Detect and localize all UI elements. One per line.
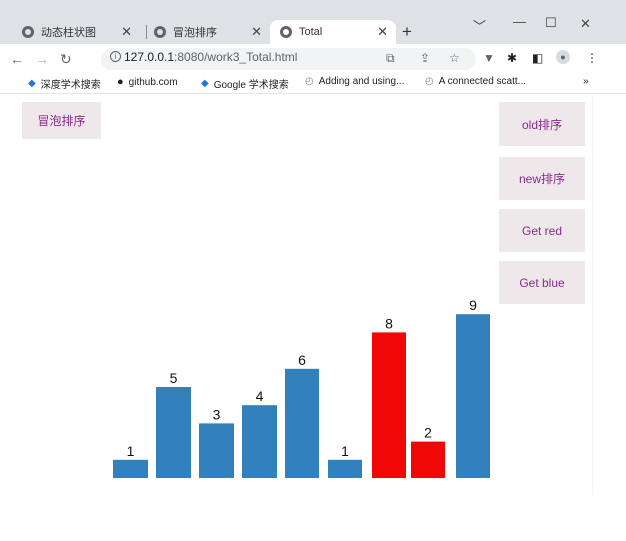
- bookmark-adding-using[interactable]: ◴ Adding and using...: [305, 76, 404, 87]
- bar-label-4: 6: [298, 352, 306, 368]
- chart-icon: ◴: [425, 76, 434, 87]
- bar-1: [156, 387, 191, 478]
- url-field[interactable]: 127.0.0.1:8080/work3_Total.html: [124, 50, 297, 64]
- page-content: 1 5 3 4 6 1 8 2 9 冒泡排序 old排序 new排序 Get red Get b…: [0, 95, 592, 495]
- forward-arrow-icon[interactable]: →: [35, 51, 49, 67]
- tab-title: 动态柱状图: [41, 27, 96, 39]
- globe-icon: [22, 26, 34, 38]
- bar-2: [199, 423, 234, 478]
- reload-icon[interactable]: ↻: [60, 51, 72, 68]
- translate-icon[interactable]: ⧉: [386, 51, 395, 66]
- minimize-icon[interactable]: —: [513, 14, 526, 29]
- bookmark-label: Google 学术搜索: [213, 80, 289, 91]
- bar-4: [285, 368, 319, 478]
- menu-kebab-icon[interactable]: ⋮: [586, 51, 598, 65]
- close-icon[interactable]: ✕: [121, 24, 132, 40]
- bookmark-deep-search[interactable]: ◆ 深度学术搜索: [28, 76, 101, 91]
- bar-label-7: 2: [424, 425, 432, 441]
- url-host: 127.0.0.1: [124, 50, 175, 64]
- tab-strip: 动态柱状图 ✕ 冒泡排序 ✕ Total ✕ + ﹀ — ☐ ✕: [0, 0, 626, 44]
- close-window-icon[interactable]: ✕: [580, 16, 591, 32]
- diamond-icon: ◆: [28, 78, 36, 89]
- scrollbar-track[interactable]: [592, 95, 626, 495]
- bookmark-label: A connected scatt...: [438, 76, 527, 87]
- bookmark-label: 深度学术搜索: [40, 80, 101, 91]
- bar-6: [372, 332, 406, 478]
- bar-7: [411, 441, 445, 478]
- get-red-button[interactable]: Get red: [499, 209, 585, 252]
- share-icon[interactable]: ⇪: [420, 51, 430, 65]
- new-tab-icon[interactable]: +: [402, 22, 412, 42]
- tab-title: Total: [299, 26, 323, 38]
- bar-label-1: 5: [170, 370, 178, 386]
- get-blue-button[interactable]: Get blue: [499, 261, 585, 304]
- more-bookmarks-chevron[interactable]: »: [583, 76, 589, 87]
- bar-label-3: 4: [256, 388, 264, 404]
- close-icon[interactable]: ✕: [251, 24, 262, 40]
- extension-v-icon[interactable]: ▼: [483, 51, 495, 65]
- bookmark-star-icon[interactable]: ☆: [449, 51, 460, 65]
- bookmark-label: Adding and using...: [318, 76, 405, 87]
- bar-label-8: 9: [469, 297, 477, 313]
- new-sort-button[interactable]: new排序: [499, 157, 585, 200]
- bar-0: [113, 459, 148, 478]
- extensions-puzzle-icon[interactable]: ✱: [507, 51, 517, 65]
- bubble-sort-button[interactable]: 冒泡排序: [22, 102, 101, 139]
- globe-icon: [154, 26, 166, 38]
- bar-label-6: 8: [385, 315, 393, 331]
- github-icon: ●: [117, 76, 124, 88]
- bar-8: [456, 314, 490, 478]
- bookmark-github[interactable]: ● github.com: [117, 76, 178, 88]
- close-icon[interactable]: ✕: [377, 24, 388, 40]
- globe-icon: [280, 26, 292, 38]
- bookmark-google-scholar[interactable]: ◆ Google 学术搜索: [201, 76, 289, 91]
- old-sort-button[interactable]: old排序: [499, 102, 585, 146]
- bar-label-0: 1: [127, 443, 135, 459]
- bar-3: [242, 405, 277, 478]
- back-arrow-icon[interactable]: ←: [10, 51, 24, 67]
- bookmarks-bar: ◆ 深度学术搜索 ● github.com ◆ Google 学术搜索 ◴ Ad…: [0, 74, 626, 94]
- info-icon[interactable]: i: [110, 51, 121, 62]
- profile-avatar[interactable]: ●: [556, 50, 570, 64]
- diamond-icon: ◆: [201, 78, 209, 89]
- url-path: :8080/work3_Total.html: [174, 50, 298, 64]
- tab-search-chevron-icon[interactable]: ﹀: [473, 16, 486, 35]
- chart-icon: ◴: [305, 76, 314, 87]
- tab-dynamic-bar-chart[interactable]: 动态柱状图 ✕: [8, 20, 140, 44]
- bookmark-label: github.com: [128, 76, 178, 88]
- bookmark-connected-scatter[interactable]: ◴ A connected scatt...: [425, 76, 526, 87]
- bar-5: [328, 459, 362, 478]
- tab-bubble-sort[interactable]: 冒泡排序 ✕: [140, 20, 270, 44]
- side-panel-icon[interactable]: ◧: [532, 51, 543, 65]
- tab-total[interactable]: Total ✕: [270, 20, 396, 44]
- maximize-icon[interactable]: ☐: [545, 15, 557, 31]
- tab-title: 冒泡排序: [173, 27, 217, 39]
- bar-label-5: 1: [341, 443, 349, 459]
- bar-label-2: 3: [213, 406, 221, 422]
